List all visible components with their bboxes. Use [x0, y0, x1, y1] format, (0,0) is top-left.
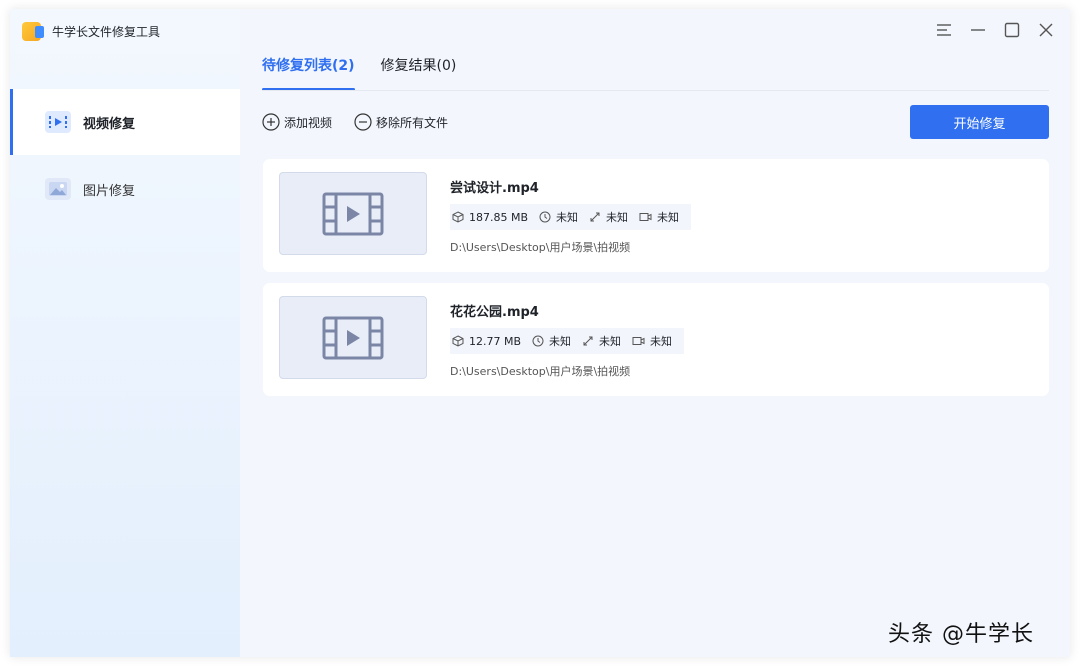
remove-all-label: 移除所有文件 — [376, 115, 449, 130]
camera-icon — [632, 337, 645, 345]
file-name: 花花公园.mp4 — [450, 305, 539, 320]
app-name: 牛学长文件修复工具 — [52, 24, 161, 39]
tab-repair-results[interactable]: 修复结果(0) — [381, 55, 457, 91]
close-button[interactable] — [1034, 19, 1058, 41]
watermark: 头条 @牛学长 — [888, 622, 1034, 647]
file-card[interactable]: 尝试设计.mp4 187.85 MB 未知 未知 未知 D:\Users\Des… — [263, 159, 1049, 272]
tab-divider — [262, 90, 1049, 91]
sidebar-item-video-repair[interactable]: 视频修复 — [10, 89, 240, 155]
window-controls — [932, 19, 1058, 41]
sidebar: 牛学长文件修复工具 视频修复 图片修复 — [10, 9, 240, 657]
resize-icon — [583, 336, 593, 346]
camera-icon — [639, 213, 652, 221]
box-icon — [452, 211, 464, 223]
video-thumbnail — [279, 172, 427, 255]
minimize-icon — [971, 29, 985, 31]
file-duration: 未知 — [532, 333, 571, 349]
remove-all-button[interactable]: 移除所有文件 — [354, 113, 448, 131]
file-path: D:\Users\Desktop\用户场景\拍视频 — [450, 241, 631, 254]
menu-icon — [937, 24, 951, 36]
tab-bar: 待修复列表(2) 修复结果(0) — [262, 55, 482, 91]
file-path: D:\Users\Desktop\用户场景\拍视频 — [450, 365, 631, 378]
app-window: 牛学长文件修复工具 视频修复 图片修复 待修复列表(2) 修复结果(0) 添加视… — [10, 9, 1070, 657]
maximize-button[interactable] — [1000, 19, 1024, 41]
sidebar-item-label: 视频修复 — [83, 116, 136, 132]
maximize-icon — [1004, 22, 1020, 38]
minus-circle-icon — [354, 113, 372, 131]
minimize-button[interactable] — [966, 19, 990, 41]
video-repair-icon — [45, 111, 71, 133]
start-repair-button[interactable]: 开始修复 — [910, 105, 1049, 139]
file-size: 187.85 MB — [452, 211, 528, 224]
file-card[interactable]: 花花公园.mp4 12.77 MB 未知 未知 未知 D:\Users\Desk… — [263, 283, 1049, 396]
resize-icon — [590, 212, 600, 222]
film-icon — [322, 192, 384, 235]
app-logo-icon — [22, 21, 44, 41]
plus-circle-icon — [262, 113, 280, 131]
file-resolution: 未知 — [582, 333, 621, 349]
tab-pending-list[interactable]: 待修复列表(2) — [262, 55, 355, 91]
toolbar: 添加视频 移除所有文件 — [262, 113, 470, 131]
clock-icon — [539, 211, 551, 223]
add-video-button[interactable]: 添加视频 — [262, 113, 332, 131]
file-name: 尝试设计.mp4 — [450, 181, 539, 196]
close-icon — [1039, 23, 1053, 37]
file-meta-bar: 12.77 MB 未知 未知 未知 — [450, 328, 685, 354]
file-resolution: 未知 — [589, 209, 628, 225]
app-title-bar: 牛学长文件修复工具 — [22, 21, 160, 41]
add-video-label: 添加视频 — [284, 115, 333, 130]
clock-icon — [532, 335, 544, 347]
file-duration: 未知 — [539, 209, 578, 225]
file-codec: 未知 — [639, 209, 679, 225]
film-icon — [322, 316, 384, 359]
image-repair-icon — [45, 178, 71, 200]
file-meta-bar: 187.85 MB 未知 未知 未知 — [450, 204, 692, 230]
file-codec: 未知 — [632, 333, 672, 349]
sidebar-item-image-repair[interactable]: 图片修复 — [10, 156, 240, 222]
file-size: 12.77 MB — [452, 335, 521, 348]
video-thumbnail — [279, 296, 427, 379]
sidebar-item-label: 图片修复 — [83, 183, 136, 199]
menu-button[interactable] — [932, 19, 956, 41]
box-icon — [452, 335, 464, 347]
